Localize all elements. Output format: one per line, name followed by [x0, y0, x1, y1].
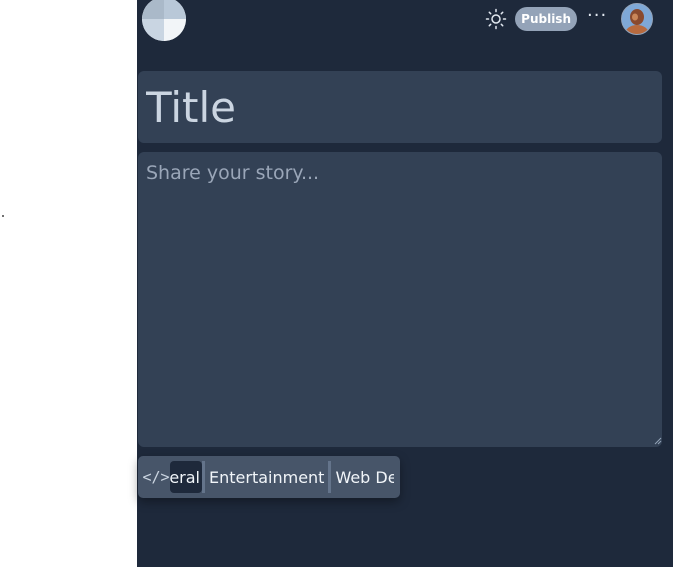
publish-button[interactable]: Publish [515, 7, 577, 31]
category-chip-web-dev[interactable]: Web De [328, 461, 395, 493]
category-chips: eral Entertainment Web De [170, 456, 400, 498]
topbar-actions: Publish ··· [485, 3, 653, 35]
sun-icon[interactable] [485, 8, 507, 30]
editor-app: Publish ··· </> eral Entertainment Web D… [137, 0, 673, 567]
title-input[interactable] [138, 71, 662, 143]
resize-handle-icon[interactable] [654, 437, 662, 445]
avatar[interactable] [621, 3, 653, 35]
category-chip-general[interactable]: eral [170, 461, 202, 493]
ellipsis-icon[interactable]: ··· [587, 7, 607, 27]
stray-dot [2, 215, 4, 217]
pie-logo-icon[interactable] [142, 0, 186, 41]
story-textarea[interactable] [138, 152, 662, 447]
category-chip-entertainment[interactable]: Entertainment [202, 461, 329, 493]
code-icon[interactable]: </> [142, 456, 170, 498]
category-bar: </> eral Entertainment Web De [138, 456, 400, 498]
